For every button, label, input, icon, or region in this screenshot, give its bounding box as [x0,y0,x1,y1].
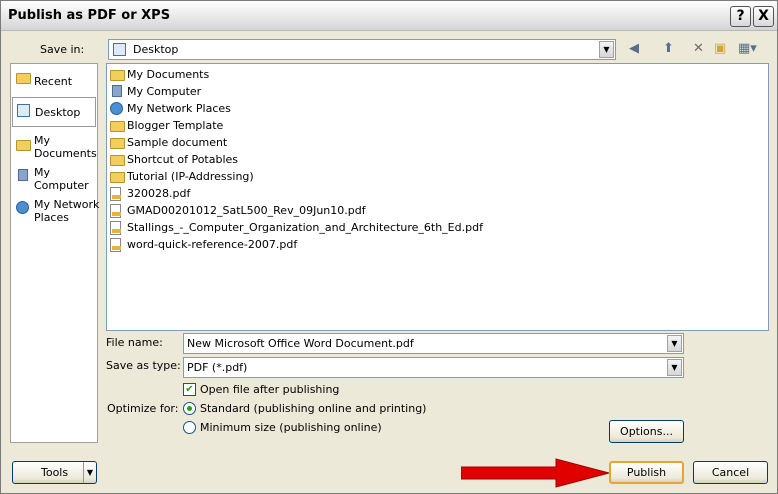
place-my-computer[interactable]: My Computer [12,164,96,194]
title-bar: Publish as PDF or XPS ? X [1,1,777,31]
open-after-label[interactable]: Open file after publishing [200,383,339,396]
save-in-combo[interactable]: Desktop ▼ [108,39,616,60]
desktop-icon [17,104,30,117]
optimize-label: Optimize for: [107,402,179,415]
up-folder-icon[interactable]: ⬆ [663,41,674,56]
minimum-radio[interactable] [183,421,196,434]
file-name-label: File name: [106,336,163,349]
folder-icon [110,121,125,132]
chevron-down-icon[interactable]: ▼ [667,359,682,376]
file-name: GMAD00201012_SatL500_Rev_09Jun10.pdf [127,204,366,217]
places-bar: Recent Desktop My Documents My Computer … [10,63,100,443]
place-label: Recent [34,75,73,88]
file-name: 320028.pdf [127,187,191,200]
standard-radio[interactable] [183,402,196,415]
chevron-down-icon[interactable]: ▼ [667,335,682,352]
standard-label[interactable]: Standard (publishing online and printing… [200,402,426,415]
dialog-title: Publish as PDF or XPS [8,8,171,23]
file-name: Sample document [127,136,228,149]
documents-icon [16,140,31,151]
file-name: Tutorial (IP-Addressing) [127,170,254,183]
computer-icon [18,169,28,181]
delete-icon[interactable]: ✕ [693,41,704,56]
save-as-type-label: Save as type: [106,359,181,372]
options-button[interactable]: Options... [609,420,684,443]
chevron-down-icon[interactable]: ▼ [599,41,614,58]
file-name: My Documents [127,68,210,81]
radio-dot [187,406,192,411]
publish-button[interactable]: Publish [609,461,684,484]
help-button[interactable]: ? [730,6,751,27]
file-list[interactable]: My Documents My Computer My Network Plac… [106,63,769,331]
cancel-button[interactable]: Cancel [693,461,768,484]
file-name: Blogger Template [127,119,224,132]
views-icon[interactable]: ▦▾ [738,41,757,56]
place-label: My Network Places [34,198,100,224]
pdf-icon [110,204,121,218]
file-name: My Network Places [127,102,231,115]
new-folder-icon[interactable]: ▣ [714,41,726,56]
file-name: My Computer [127,85,202,98]
save-in-value: Desktop [133,43,179,56]
open-after-checkbox[interactable]: ✔ [183,383,196,396]
back-icon[interactable]: ◀ [629,41,639,56]
minimum-label[interactable]: Minimum size (publishing online) [200,421,382,434]
red-arrow-annotation [461,458,611,488]
folder-icon [110,138,125,149]
place-label: Desktop [35,106,81,119]
folder-icon [16,73,31,84]
save-in-label: Save in: [40,43,85,56]
place-desktop[interactable]: Desktop [12,97,96,127]
file-name-input[interactable]: New Microsoft Office Word Document.pdf ▼ [183,333,684,354]
network-icon [110,102,123,115]
network-icon [16,201,29,214]
save-as-type-select[interactable]: PDF (*.pdf) ▼ [183,357,684,378]
file-name: word-quick-reference-2007.pdf [127,238,298,251]
pdf-icon [110,187,121,201]
file-name-value: New Microsoft Office Word Document.pdf [187,337,414,350]
file-name: Stallings_-_Computer_Organization_and_Ar… [127,221,483,234]
tools-label: Tools [41,466,69,479]
place-recent[interactable]: Recent [12,68,96,96]
publish-dialog: Publish as PDF or XPS ? X Save in: Deskt… [0,0,778,494]
close-button[interactable]: X [753,6,774,27]
save-as-type-value: PDF (*.pdf) [187,361,248,374]
chevron-down-icon[interactable]: ▼ [82,462,93,483]
folder-icon [110,155,125,166]
computer-icon [112,85,122,97]
pdf-icon [110,238,121,252]
file-name: Shortcut of Potables [127,153,239,166]
place-label: My Documents [34,134,97,160]
place-my-documents[interactable]: My Documents [12,132,97,162]
documents-icon [110,70,125,81]
pdf-icon [110,221,121,235]
folder-icon [110,172,125,183]
tools-button[interactable]: Tools ▼ [12,461,97,484]
place-label: My Computer [34,166,89,192]
desktop-icon [113,43,126,56]
place-network[interactable]: My Network Places [12,196,100,226]
